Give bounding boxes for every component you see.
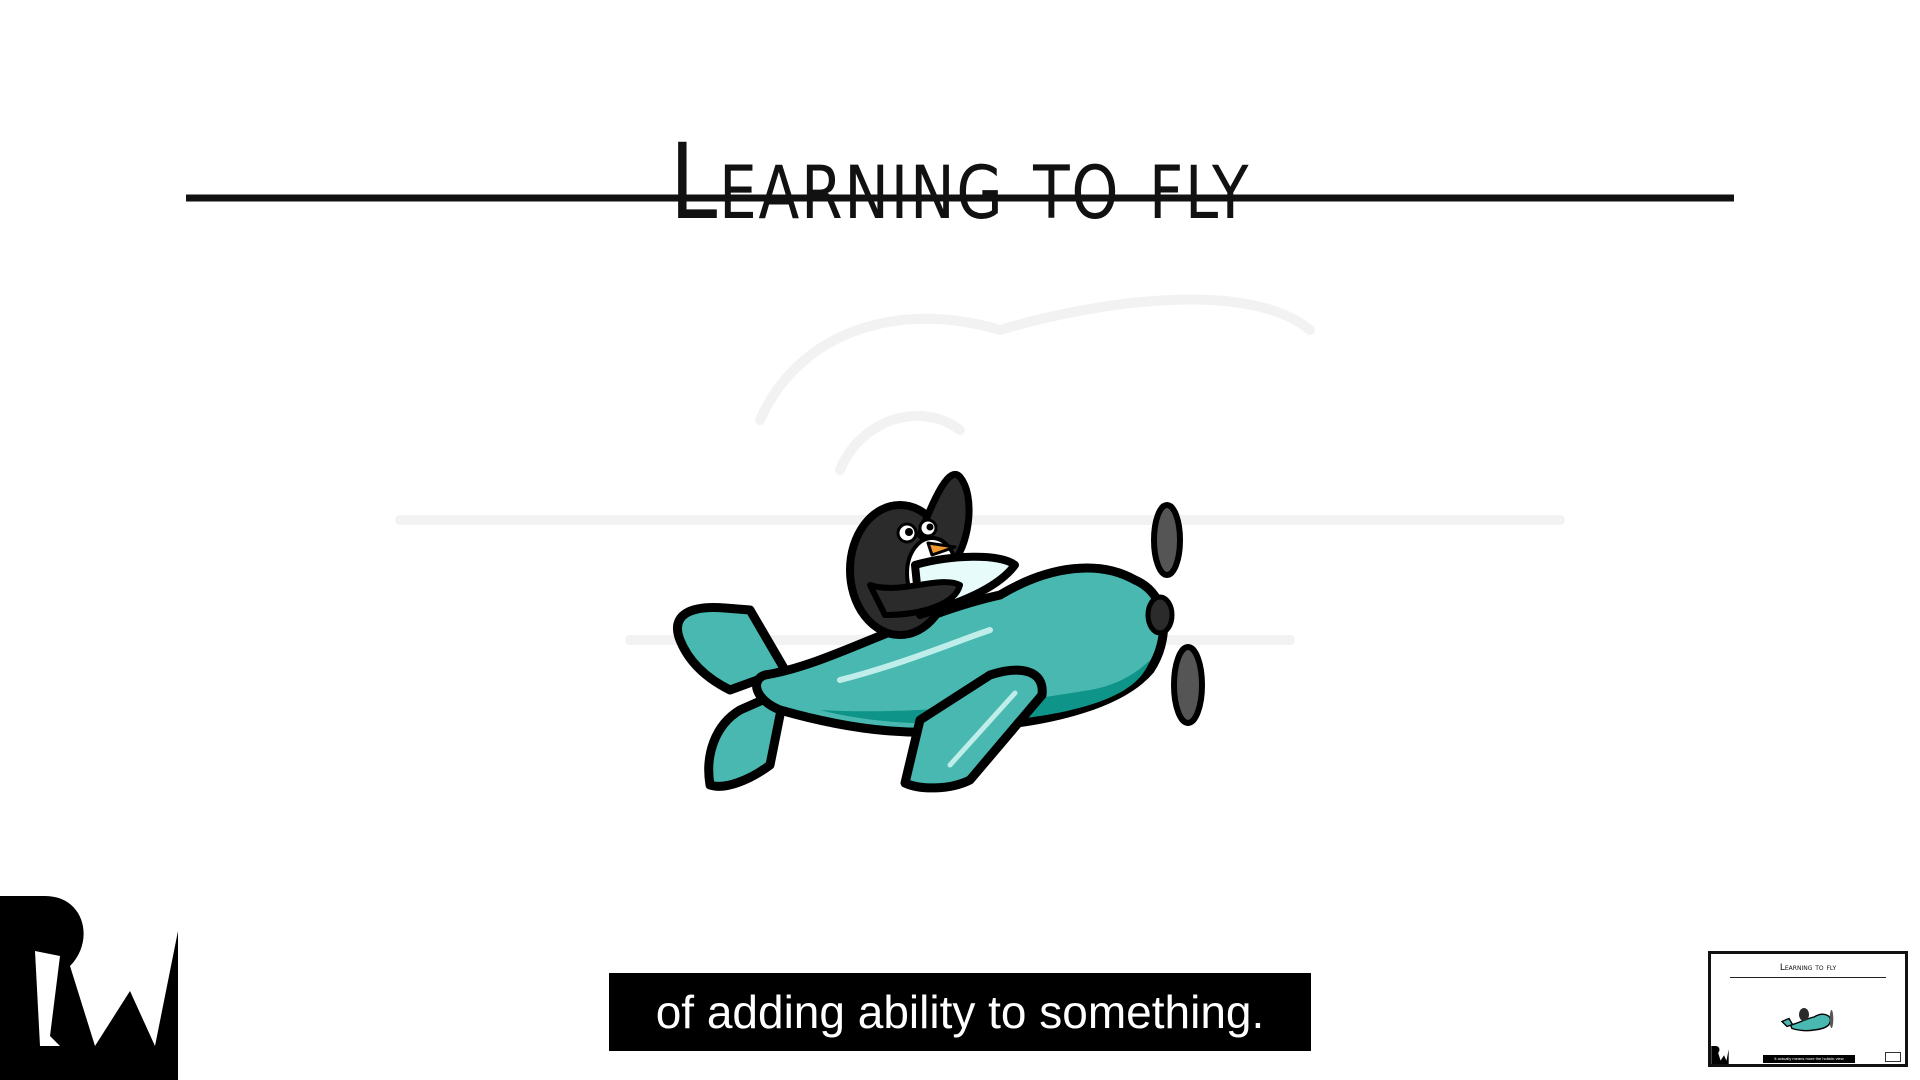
slide-title: Learning to fly (669, 120, 1251, 243)
thumbnail-rw-logo-icon (1711, 1046, 1729, 1064)
thumbnail-title: Learning to fly (1779, 963, 1837, 973)
penguin-airplane-icon (672, 471, 1205, 793)
thumbnail-mini-preview (1885, 1052, 1901, 1062)
slide-preview-thumbnail[interactable]: Learning to fly It actually means more t… (1708, 951, 1908, 1067)
thumbnail-divider (1730, 977, 1886, 978)
title-divider (186, 194, 1734, 202)
rw-logo-icon (0, 896, 178, 1080)
subtitle-caption: of adding ability to something. (609, 973, 1311, 1051)
subtitle-text: of adding ability to something. (655, 986, 1265, 1038)
thumbnail-penguin-airplane-icon (1781, 1008, 1834, 1032)
thumbnail-caption: It actually means more the holistic view (1763, 1055, 1855, 1063)
video-frame: Learning to fly of adding ability to som… (0, 0, 1920, 1080)
